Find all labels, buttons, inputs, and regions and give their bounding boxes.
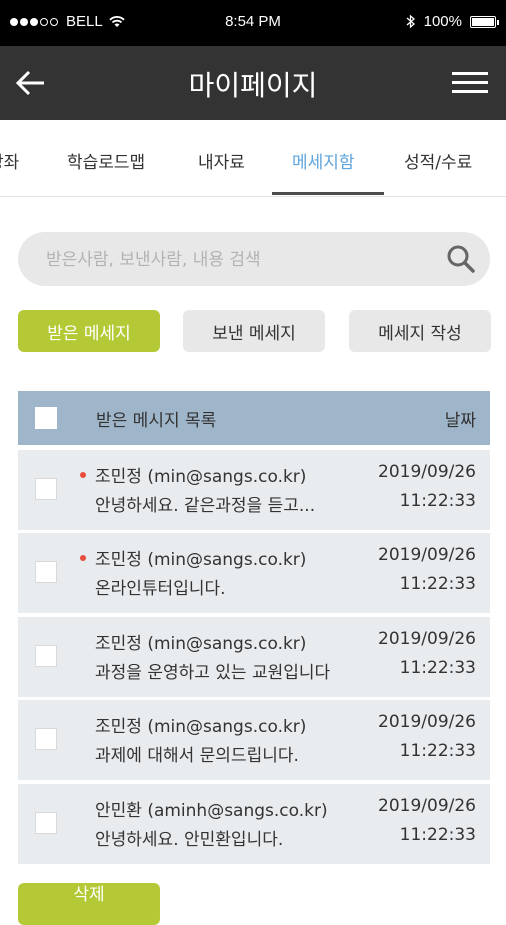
message-time: 11:22:33 xyxy=(399,491,476,511)
message-preview: 과제에 대해서 문의드립니다. xyxy=(95,746,299,766)
unread-dot-icon xyxy=(80,555,86,561)
tab-message-box[interactable]: 메세지함 xyxy=(292,148,355,173)
delete-button[interactable]: 삭제 xyxy=(18,883,160,925)
row-checkbox[interactable] xyxy=(35,645,57,667)
message-time: 11:22:33 xyxy=(399,658,476,678)
search-bar xyxy=(18,232,490,288)
message-sender: 안민환 (aminh@sangs.co.kr) xyxy=(95,801,328,821)
message-row[interactable]: 조민정 (min@sangs.co.kr) 과제에 대해서 문의드립니다. 20… xyxy=(18,700,490,780)
message-time: 11:22:33 xyxy=(399,825,476,845)
search-icon[interactable] xyxy=(446,244,476,274)
list-header-title: 받은 메시지 목록 xyxy=(96,411,217,431)
active-tab-indicator xyxy=(272,192,384,195)
search-input[interactable] xyxy=(44,232,448,288)
app-header: 마이페이지 xyxy=(0,46,506,120)
message-row[interactable]: 조민정 (min@sangs.co.kr) 온라인튜터입니다. 2019/09/… xyxy=(18,533,490,613)
row-checkbox[interactable] xyxy=(35,561,57,583)
message-sender: 조민정 (min@sangs.co.kr) xyxy=(95,550,307,570)
received-messages-button[interactable]: 받은 메세지 xyxy=(18,310,160,352)
message-preview: 안녕하세요. 같은과정을 듣고... xyxy=(95,496,316,516)
bluetooth-icon xyxy=(406,14,415,29)
tab-courses[interactable]: 강좌 xyxy=(0,148,19,173)
battery-percent: 100% xyxy=(423,13,462,30)
row-checkbox[interactable] xyxy=(35,812,57,834)
message-time: 11:22:33 xyxy=(399,741,476,761)
message-preview: 안녕하세요. 안민환입니다. xyxy=(95,830,284,850)
message-preview: 과정을 운영하고 있는 교원입니다 xyxy=(95,663,331,683)
message-date: 2019/09/26 xyxy=(378,545,476,565)
message-row[interactable]: 조민정 (min@sangs.co.kr) 과정을 운영하고 있는 교원입니다 … xyxy=(18,617,490,697)
write-message-button[interactable]: 메세지 작성 xyxy=(349,310,491,352)
sent-messages-button[interactable]: 보낸 메세지 xyxy=(183,310,325,352)
hamburger-menu-icon[interactable] xyxy=(452,72,488,94)
message-preview: 온라인튜터입니다. xyxy=(95,579,226,599)
tab-learning-roadmap[interactable]: 학습로드맵 xyxy=(67,148,145,173)
message-time: 11:22:33 xyxy=(399,574,476,594)
message-sender: 조민정 (min@sangs.co.kr) xyxy=(95,634,307,654)
message-sender: 조민정 (min@sangs.co.kr) xyxy=(95,717,307,737)
status-bar: BELL 8:54 PM 100% xyxy=(0,0,506,46)
message-date: 2019/09/26 xyxy=(378,712,476,732)
message-row[interactable]: 조민정 (min@sangs.co.kr) 안녕하세요. 같은과정을 듣고...… xyxy=(18,450,490,530)
message-list-header: 받은 메시지 목록 날짜 xyxy=(18,391,490,445)
unread-dot-icon xyxy=(80,472,86,478)
row-checkbox[interactable] xyxy=(35,478,57,500)
row-checkbox[interactable] xyxy=(35,728,57,750)
list-header-date: 날짜 xyxy=(444,411,476,431)
message-date: 2019/09/26 xyxy=(378,629,476,649)
status-right: 100% xyxy=(406,13,499,30)
message-date: 2019/09/26 xyxy=(378,462,476,482)
tab-bar: 강좌 학습로드맵 내자료 메세지함 성적/수료 xyxy=(0,120,506,197)
battery-icon xyxy=(470,15,499,28)
message-sender: 조민정 (min@sangs.co.kr) xyxy=(95,467,307,487)
message-date: 2019/09/26 xyxy=(378,796,476,816)
tab-my-materials[interactable]: 내자료 xyxy=(198,148,245,173)
page-title: 마이페이지 xyxy=(188,69,318,102)
tab-grades-completion[interactable]: 성적/수료 xyxy=(404,148,472,173)
message-row[interactable]: 안민환 (aminh@sangs.co.kr) 안녕하세요. 안민환입니다. 2… xyxy=(18,784,490,864)
select-all-checkbox[interactable] xyxy=(35,407,57,429)
